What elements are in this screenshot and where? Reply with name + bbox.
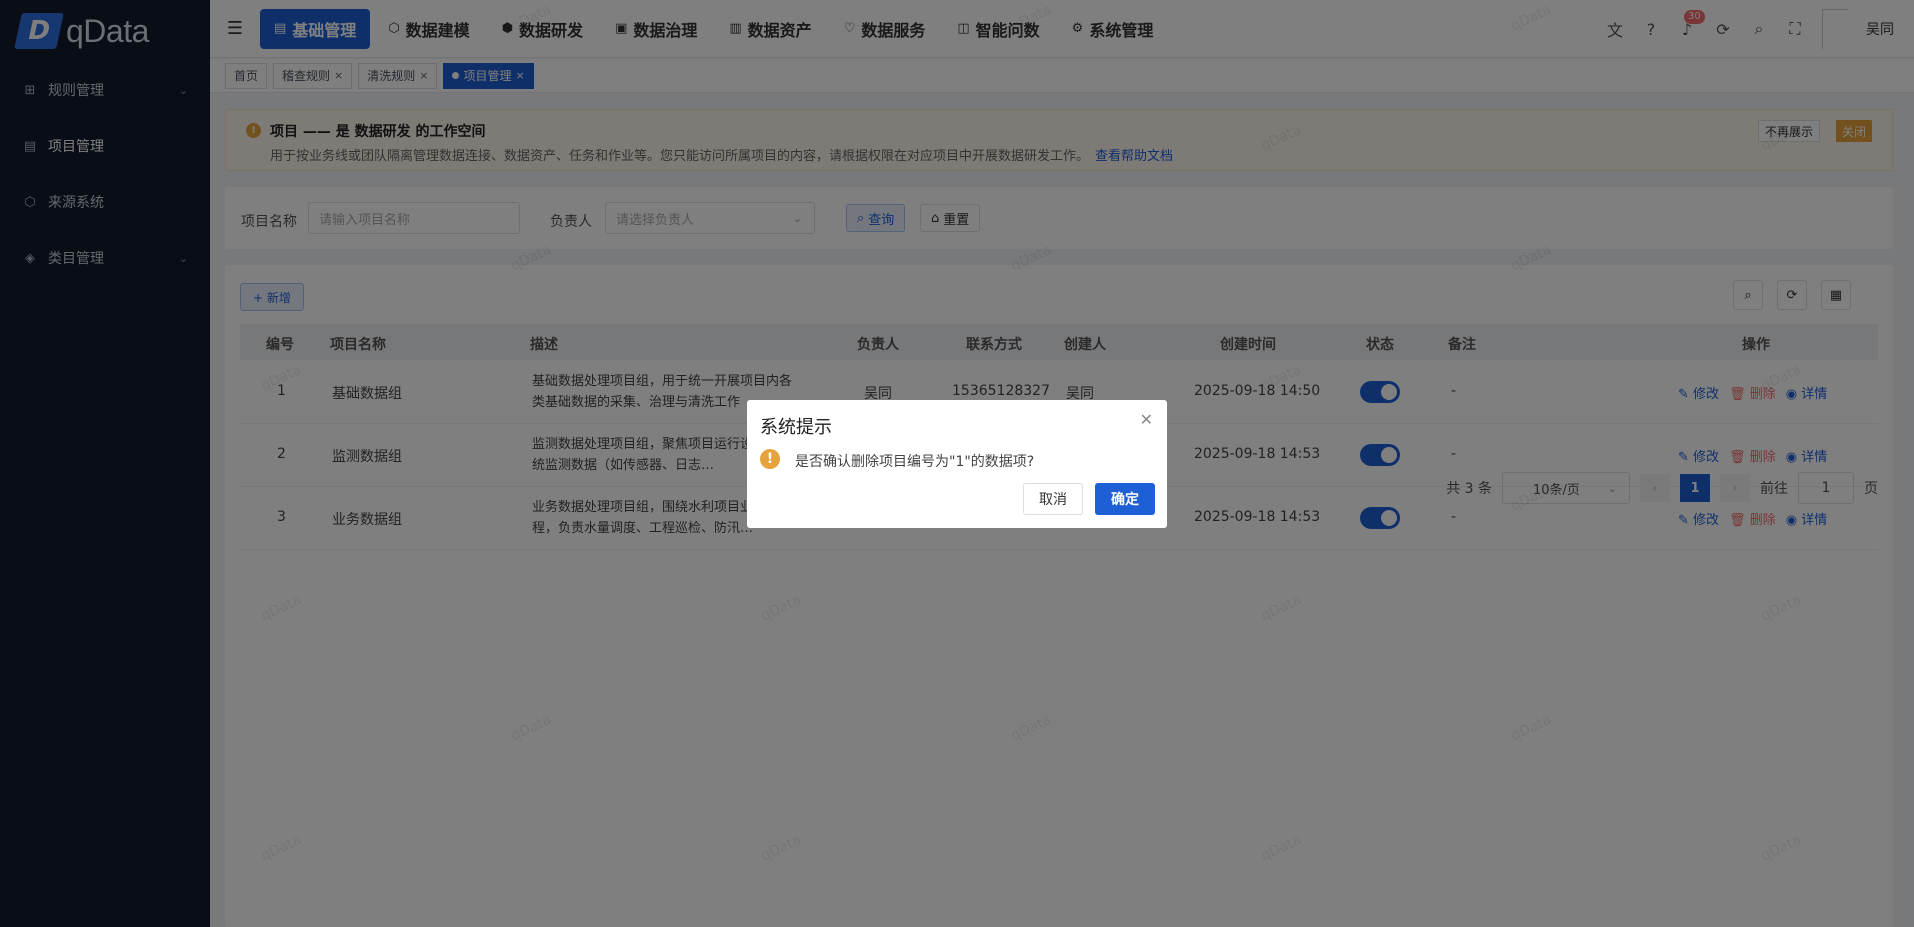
warning-icon: ! [760, 449, 780, 469]
dialog-title: 系统提示 [760, 417, 832, 438]
confirm-button[interactable]: 确定 [1095, 483, 1155, 515]
close-icon[interactable]: ✕ [1140, 410, 1153, 429]
confirm-dialog: 系统提示 ✕ ! 是否确认删除项目编号为"1"的数据项? 取消 确定 [747, 400, 1167, 528]
dialog-message: 是否确认删除项目编号为"1"的数据项? [795, 454, 1035, 470]
cancel-button[interactable]: 取消 [1023, 483, 1083, 515]
